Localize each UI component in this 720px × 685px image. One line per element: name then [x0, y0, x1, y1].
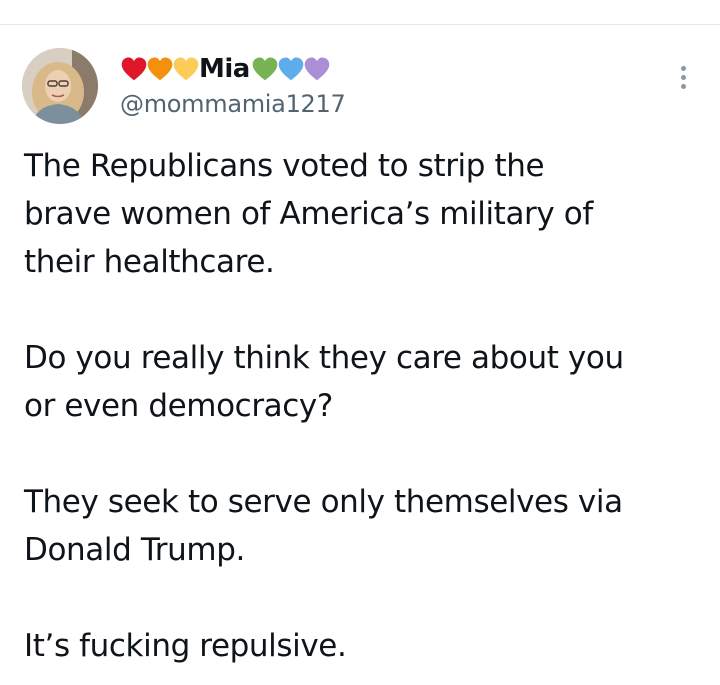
author-name: Mia	[199, 54, 250, 84]
tweet-paragraph: The Republicans voted to strip the brave…	[24, 148, 593, 280]
author-names: Mia @mommamia1217	[120, 50, 346, 118]
avatar-photo-icon	[22, 48, 98, 124]
yellow-heart-icon	[173, 57, 199, 81]
tweet-text: The Republicans voted to strip the brave…	[24, 142, 704, 670]
more-dot	[680, 66, 686, 71]
top-divider	[0, 24, 720, 25]
display-name[interactable]: Mia	[120, 50, 345, 88]
more-vertical-icon[interactable]	[678, 66, 688, 94]
more-dot	[680, 84, 686, 89]
purple-heart-icon	[304, 57, 330, 81]
tweet-paragraph: They seek to serve only themselves via D…	[24, 484, 623, 568]
green-heart-icon	[252, 57, 278, 81]
orange-heart-icon	[147, 57, 173, 81]
red-heart-icon	[121, 57, 147, 81]
more-dot	[680, 75, 686, 80]
blue-heart-icon	[278, 57, 304, 81]
tweet-header: Mia @mommamia1217	[22, 48, 702, 128]
tweet-paragraph: Do you really think they care about you …	[24, 340, 624, 424]
author-handle[interactable]: @mommamia1217	[120, 90, 346, 118]
avatar[interactable]	[22, 48, 98, 124]
tweet-paragraph: It’s fucking repulsive.	[24, 628, 347, 664]
